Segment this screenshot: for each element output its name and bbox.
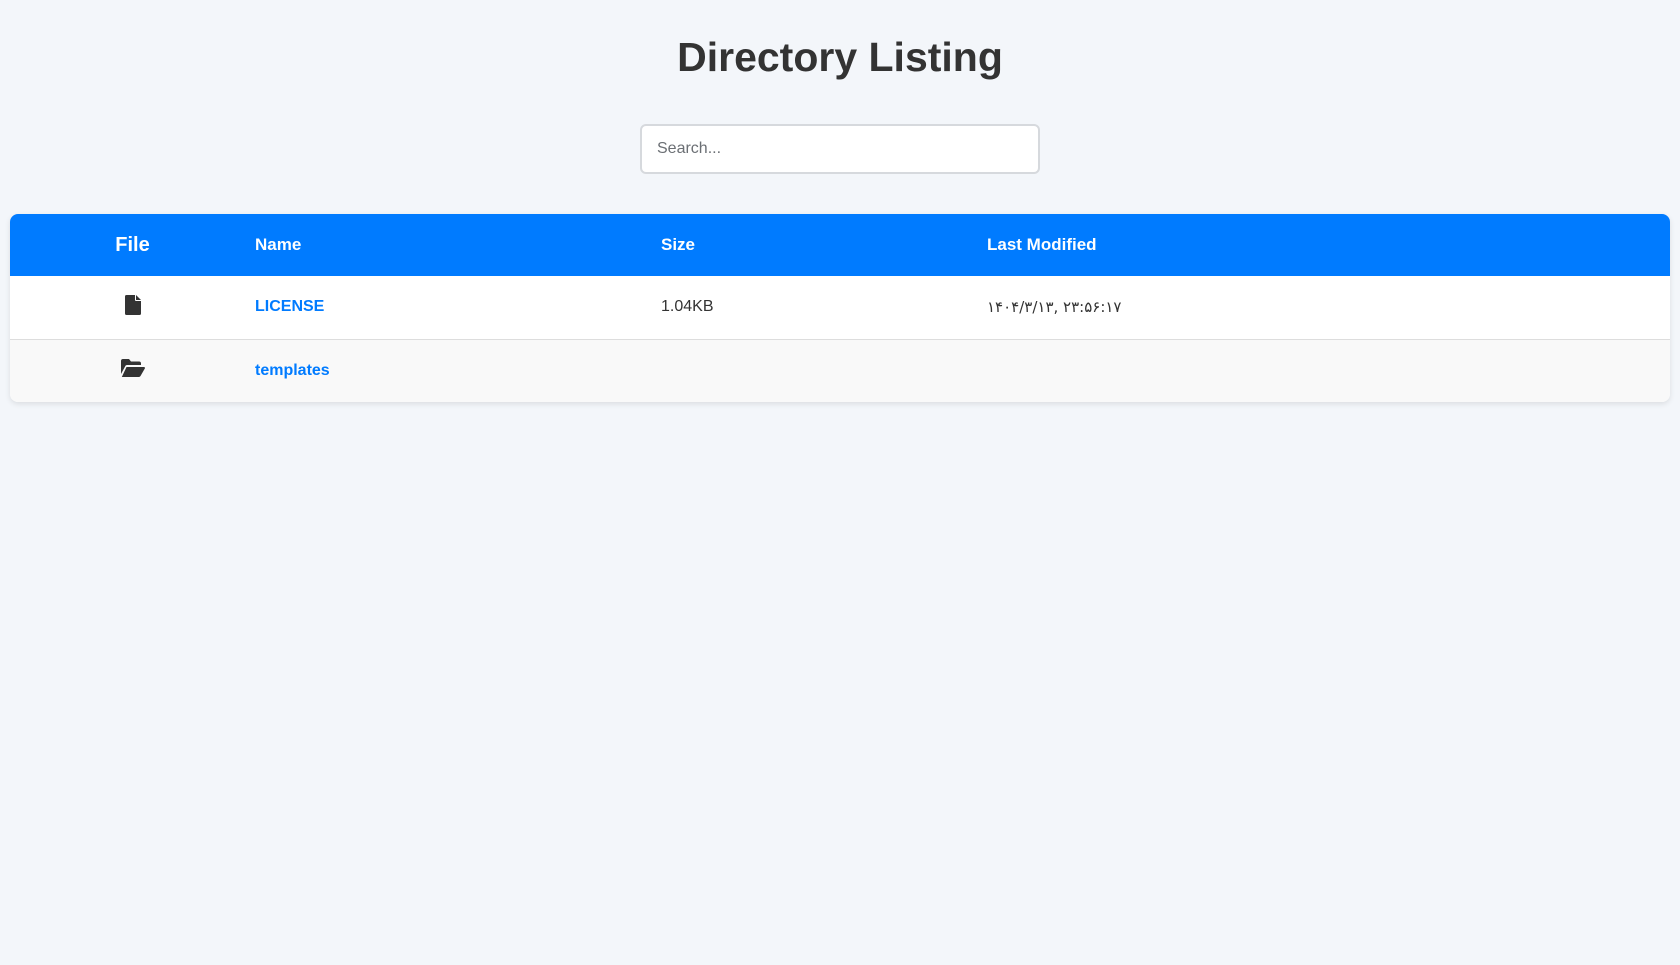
table-row: templates: [10, 338, 1670, 402]
modified-cell: [987, 338, 1670, 402]
file-icon: [124, 294, 141, 320]
header-last-modified[interactable]: Last Modified: [987, 214, 1670, 276]
table-header: File Name Size Last Modified: [10, 214, 1670, 276]
search-container: [640, 124, 1040, 174]
table-row: LICENSE 1.04KB ۱۴۰۴/۳/۱۳, ۲۳:۵۶:۱۷: [10, 276, 1670, 339]
size-cell: [661, 338, 987, 402]
file-icon-cell: [10, 276, 255, 339]
page-title: Directory Listing: [677, 34, 1003, 80]
modified-cell: ۱۴۰۴/۳/۱۳, ۲۳:۵۶:۱۷: [987, 298, 1122, 317]
header-name[interactable]: Name: [255, 214, 661, 276]
size-cell: 1.04KB: [661, 298, 714, 316]
directory-table: File Name Size Last Modified LICENSE 1.0…: [10, 214, 1670, 402]
table-header-row: File Name Size Last Modified: [10, 214, 1670, 276]
folder-icon-cell: [10, 338, 255, 402]
name-cell: LICENSE: [255, 276, 661, 339]
header-size[interactable]: Size: [661, 214, 987, 276]
folder-open-icon: [120, 359, 145, 382]
header-file[interactable]: File: [10, 214, 255, 276]
name-cell: templates: [255, 338, 661, 402]
search-input[interactable]: [640, 124, 1040, 174]
folder-link-templates[interactable]: templates: [255, 362, 330, 379]
table-body: LICENSE 1.04KB ۱۴۰۴/۳/۱۳, ۲۳:۵۶:۱۷ templ…: [10, 276, 1670, 402]
directory-table-card: File Name Size Last Modified LICENSE 1.0…: [10, 214, 1670, 402]
file-link-license[interactable]: LICENSE: [255, 298, 324, 315]
